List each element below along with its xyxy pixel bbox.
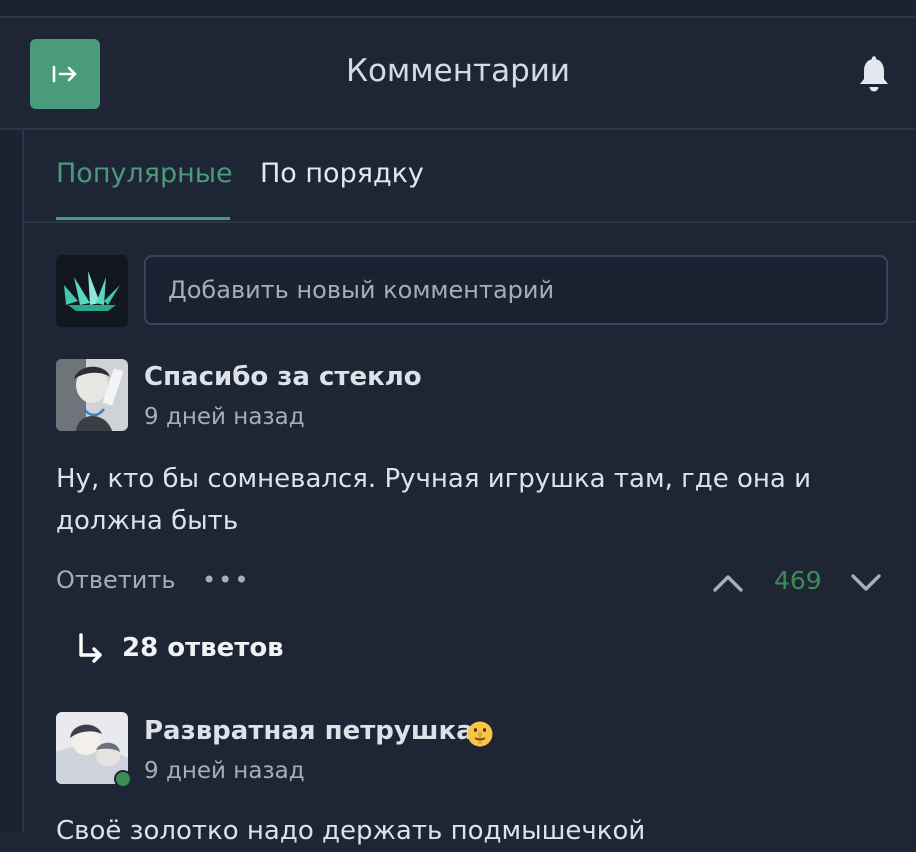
page-title: Комментарии [345,53,571,89]
vote-count: 469 [774,566,822,595]
top-strip [0,0,916,18]
avatar[interactable] [56,359,128,431]
crown-logo-icon [64,271,120,311]
comment-timestamp: 9 дней назад [144,404,305,430]
upvote-icon[interactable] [710,568,746,598]
comment-timestamp: 9 дней назад [144,758,305,784]
reply-button[interactable]: Ответить [56,566,175,594]
current-user-avatar [56,255,128,327]
bell-icon[interactable] [856,56,892,94]
comments-header: Комментарии [0,18,916,130]
comment-author[interactable]: Развратная петрушка [144,716,474,746]
comment-text: Ну, кто бы сомневался. Ручная игрушка та… [56,464,811,536]
online-status-indicator [114,770,132,788]
avatar-image [56,359,128,431]
shushing-face-icon [467,721,493,747]
comment-text: Своё золотко надо держать подмышечкой [56,816,646,846]
left-rail [0,130,24,832]
reply-arrow-icon [79,633,102,663]
show-replies-button[interactable]: 28 ответов [76,632,284,664]
tab-by-order[interactable]: По порядку [260,158,424,189]
more-options-button[interactable]: ••• [202,566,250,594]
new-comment-input[interactable] [144,255,888,325]
replies-count-label: 28 ответов [122,633,284,663]
downvote-icon[interactable] [848,568,884,598]
comment-author[interactable]: Спасибо за стекло [144,362,422,392]
sort-tabs: Популярные По порядку [24,130,916,223]
active-tab-indicator [56,217,230,220]
tab-popular[interactable]: Популярные [56,158,233,189]
